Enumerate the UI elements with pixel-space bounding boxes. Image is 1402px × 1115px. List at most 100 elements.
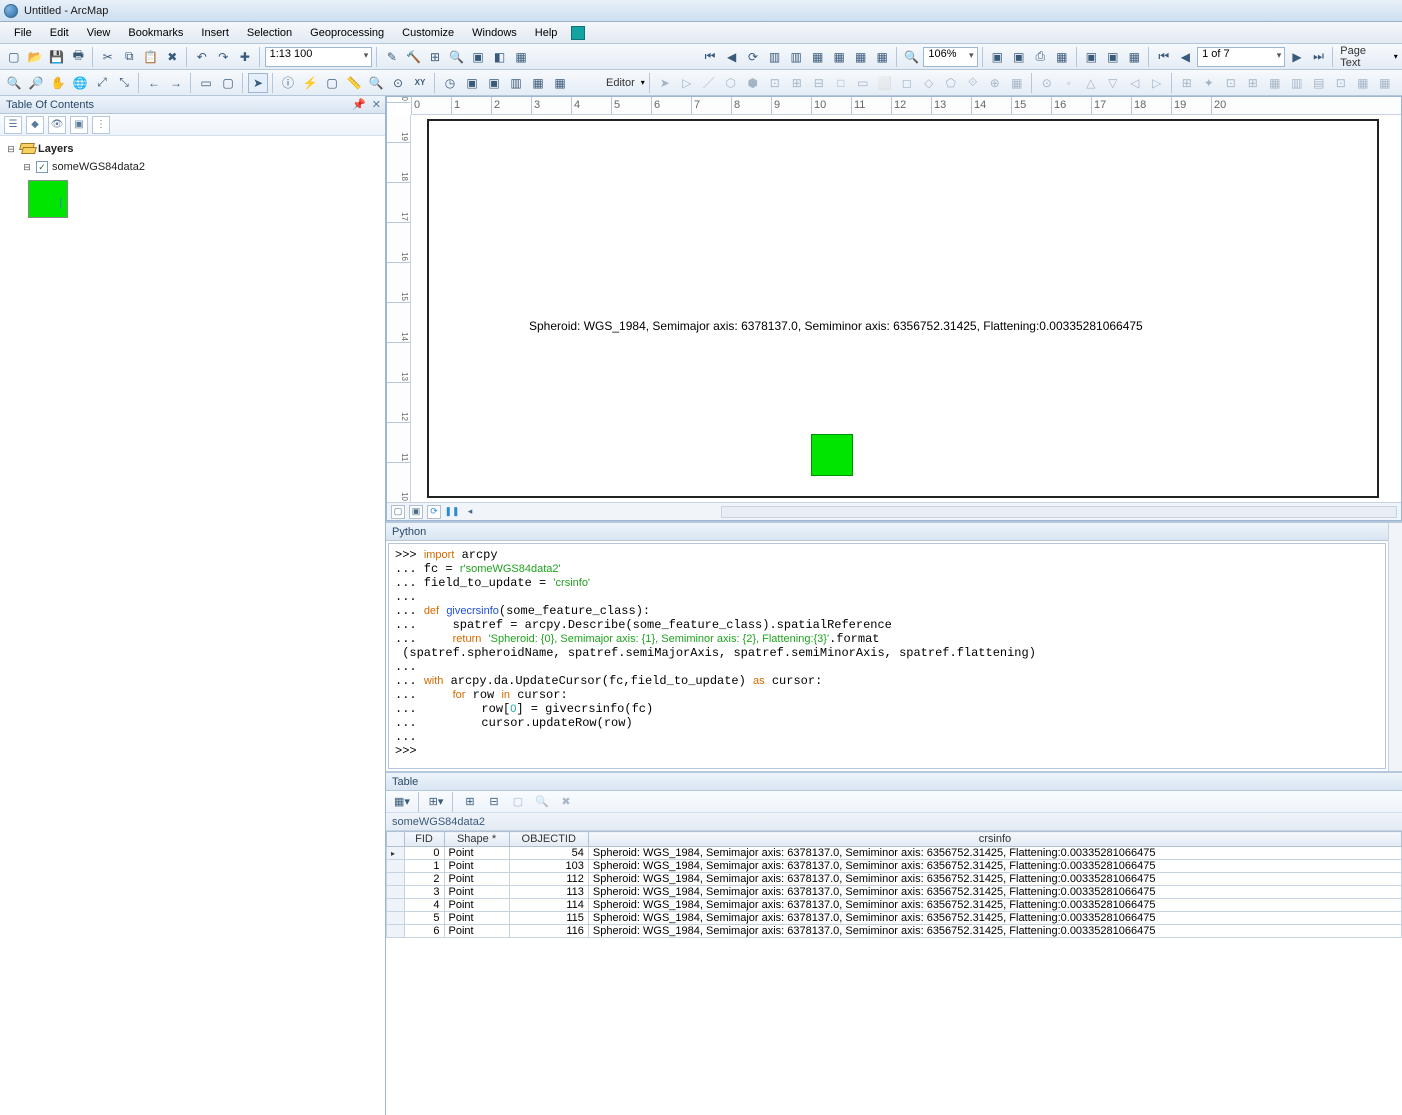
fixed-zoom-out-button[interactable]: ⤡ bbox=[114, 73, 134, 93]
create-viewer-button[interactable]: ▣ bbox=[484, 73, 504, 93]
select-features-button[interactable]: ▭ bbox=[196, 73, 216, 93]
toc-close-icon[interactable]: ✕ bbox=[372, 98, 381, 111]
edit-tool-2[interactable]: ／ bbox=[699, 73, 719, 93]
scroll-left-button[interactable]: ◂ bbox=[463, 505, 477, 519]
table-row[interactable]: 0Point54Spheroid: WGS_1984, Semimajor ax… bbox=[387, 847, 1402, 860]
edit-tool-32[interactable]: ▦ bbox=[1375, 73, 1395, 93]
scale-input[interactable]: 1:13 100 bbox=[265, 47, 373, 67]
ddp-button-2[interactable]: ▥ bbox=[786, 47, 806, 67]
table-options-button[interactable]: ▦▾ bbox=[392, 792, 412, 812]
open-button[interactable]: 📂 bbox=[26, 47, 46, 67]
edit-tool-26[interactable]: ⊞ bbox=[1243, 73, 1263, 93]
table-row[interactable]: 5Point115Spheroid: WGS_1984, Semimajor a… bbox=[387, 912, 1402, 925]
column-header[interactable]: OBJECTID bbox=[509, 832, 588, 847]
layout-btn-2[interactable]: ▣ bbox=[1009, 47, 1029, 67]
edit-tool-16[interactable]: ▦ bbox=[1007, 73, 1027, 93]
table-row[interactable]: 4Point114Spheroid: WGS_1984, Semimajor a… bbox=[387, 899, 1402, 912]
editor-dropdown[interactable]: Editor bbox=[604, 77, 639, 89]
fixed-zoom-in-button[interactable]: ⤢ bbox=[92, 73, 112, 93]
editor-toolbar-button[interactable]: ✎ bbox=[382, 47, 402, 67]
pause-drawing-button[interactable]: ❚❚ bbox=[445, 505, 459, 519]
list-by-source-button[interactable]: ◆ bbox=[26, 116, 44, 134]
python-window-button[interactable]: ▣ bbox=[468, 47, 488, 67]
zoom-selected-button[interactable]: 🔍 bbox=[532, 792, 552, 812]
ddp-first-button[interactable]: ⏮ bbox=[700, 47, 720, 67]
list-by-visibility-button[interactable]: 👁 bbox=[48, 116, 66, 134]
menu-view[interactable]: View bbox=[79, 25, 119, 41]
ddp-button-5[interactable]: ▦ bbox=[851, 47, 871, 67]
edit-tool-27[interactable]: ▦ bbox=[1265, 73, 1285, 93]
list-by-selection-button[interactable]: ▣ bbox=[70, 116, 88, 134]
horizontal-scrollbar[interactable] bbox=[721, 506, 1397, 518]
copy-button[interactable]: ⧉ bbox=[120, 47, 140, 67]
new-doc-button[interactable]: ▢ bbox=[4, 47, 24, 67]
menu-windows[interactable]: Windows bbox=[464, 25, 525, 41]
delete-button[interactable]: ✖ bbox=[163, 47, 183, 67]
zoom-out-button[interactable]: 🔎 bbox=[26, 73, 46, 93]
edit-tool-button[interactable]: ➤ bbox=[655, 73, 675, 93]
zoom-pct-input[interactable]: 106% bbox=[923, 47, 977, 67]
edit-tool-25[interactable]: ⊡ bbox=[1221, 73, 1241, 93]
menu-file[interactable]: File bbox=[6, 25, 40, 41]
tool-btn-c[interactable]: ▦ bbox=[550, 73, 570, 93]
find-route-button[interactable]: ⊙ bbox=[388, 73, 408, 93]
ddp-prev-button[interactable]: ◀ bbox=[722, 47, 742, 67]
model-builder-button[interactable]: ◧ bbox=[490, 47, 510, 67]
viewer-button[interactable]: ▣ bbox=[462, 73, 482, 93]
undo-button[interactable]: ↶ bbox=[192, 47, 212, 67]
layout-btn-1[interactable]: ▣ bbox=[988, 47, 1008, 67]
pan-button[interactable]: ✋ bbox=[48, 73, 68, 93]
table-row[interactable]: 1Point103Spheroid: WGS_1984, Semimajor a… bbox=[387, 860, 1402, 873]
edit-tool-9[interactable]: ▭ bbox=[853, 73, 873, 93]
related-tables-button[interactable]: ⊞▾ bbox=[426, 792, 446, 812]
toolbox-button[interactable]: 🔨 bbox=[404, 47, 424, 67]
python-console[interactable]: >>> import arcpy ... fc = r'someWGS84dat… bbox=[388, 543, 1386, 769]
edit-tool-1[interactable]: ▷ bbox=[677, 73, 697, 93]
add-data-button[interactable]: ✚ bbox=[235, 47, 255, 67]
page-text-dropdown[interactable]: Page Text bbox=[1338, 45, 1391, 69]
hyperlink-button[interactable]: ⚡ bbox=[300, 73, 320, 93]
save-button[interactable]: 💾 bbox=[47, 47, 67, 67]
attribute-table[interactable]: FIDShape *OBJECTIDcrsinfo 0Point54Sphero… bbox=[386, 831, 1402, 938]
list-by-drawing-order-button[interactable]: ☰ bbox=[4, 116, 22, 134]
identify-button[interactable]: ⓘ bbox=[278, 73, 298, 93]
edit-tool-28[interactable]: ▥ bbox=[1287, 73, 1307, 93]
edit-tool-18[interactable]: ◦ bbox=[1059, 73, 1079, 93]
edit-tool-17[interactable]: ⊙ bbox=[1037, 73, 1057, 93]
ddp-button-3[interactable]: ▦ bbox=[808, 47, 828, 67]
edit-tool-11[interactable]: ◻ bbox=[897, 73, 917, 93]
edit-tool-3[interactable]: ⬡ bbox=[721, 73, 741, 93]
go-to-xy-button[interactable]: XY bbox=[410, 73, 430, 93]
edit-tool-6[interactable]: ⊞ bbox=[787, 73, 807, 93]
edit-tool-22[interactable]: ▷ bbox=[1147, 73, 1167, 93]
prev-extent-button[interactable]: ← bbox=[144, 73, 164, 93]
page-prev-button[interactable]: ◀ bbox=[1176, 47, 1196, 67]
edit-tool-15[interactable]: ⊕ bbox=[985, 73, 1005, 93]
menu-customize[interactable]: Customize bbox=[394, 25, 462, 41]
edit-tool-5[interactable]: ⊡ bbox=[765, 73, 785, 93]
edit-tool-14[interactable]: ⟐ bbox=[963, 73, 983, 93]
catalog-button[interactable]: ⊞ bbox=[425, 47, 445, 67]
edit-tool-31[interactable]: ▦ bbox=[1353, 73, 1373, 93]
cut-button[interactable]: ✂ bbox=[98, 47, 118, 67]
measure-button[interactable]: 📏 bbox=[344, 73, 364, 93]
edit-tool-20[interactable]: ▽ bbox=[1103, 73, 1123, 93]
next-extent-button[interactable]: → bbox=[166, 73, 186, 93]
edit-tool-7[interactable]: ⊟ bbox=[809, 73, 829, 93]
toc-pin-icon[interactable]: 📌 bbox=[352, 98, 366, 111]
delete-selected-button[interactable]: ✖ bbox=[556, 792, 576, 812]
column-header[interactable]: Shape * bbox=[444, 832, 509, 847]
menu-bookmarks[interactable]: Bookmarks bbox=[120, 25, 191, 41]
edit-tool-8[interactable]: □ bbox=[831, 73, 851, 93]
redo-button[interactable]: ↷ bbox=[214, 47, 234, 67]
refresh-view-button[interactable]: ⟳ bbox=[427, 505, 441, 519]
layout-btn-4[interactable]: ▦ bbox=[1052, 47, 1072, 67]
options-button[interactable]: ⋮ bbox=[92, 116, 110, 134]
collapse-icon[interactable]: ⊟ bbox=[22, 162, 32, 173]
select-by-attributes-button[interactable]: ⊞ bbox=[460, 792, 480, 812]
table-row[interactable]: 3Point113Spheroid: WGS_1984, Semimajor a… bbox=[387, 886, 1402, 899]
paste-button[interactable]: 📋 bbox=[141, 47, 161, 67]
clear-selection-button[interactable]: ▢ bbox=[508, 792, 528, 812]
find-button[interactable]: 🔍 bbox=[366, 73, 386, 93]
clear-selection-button[interactable]: ▢ bbox=[218, 73, 238, 93]
